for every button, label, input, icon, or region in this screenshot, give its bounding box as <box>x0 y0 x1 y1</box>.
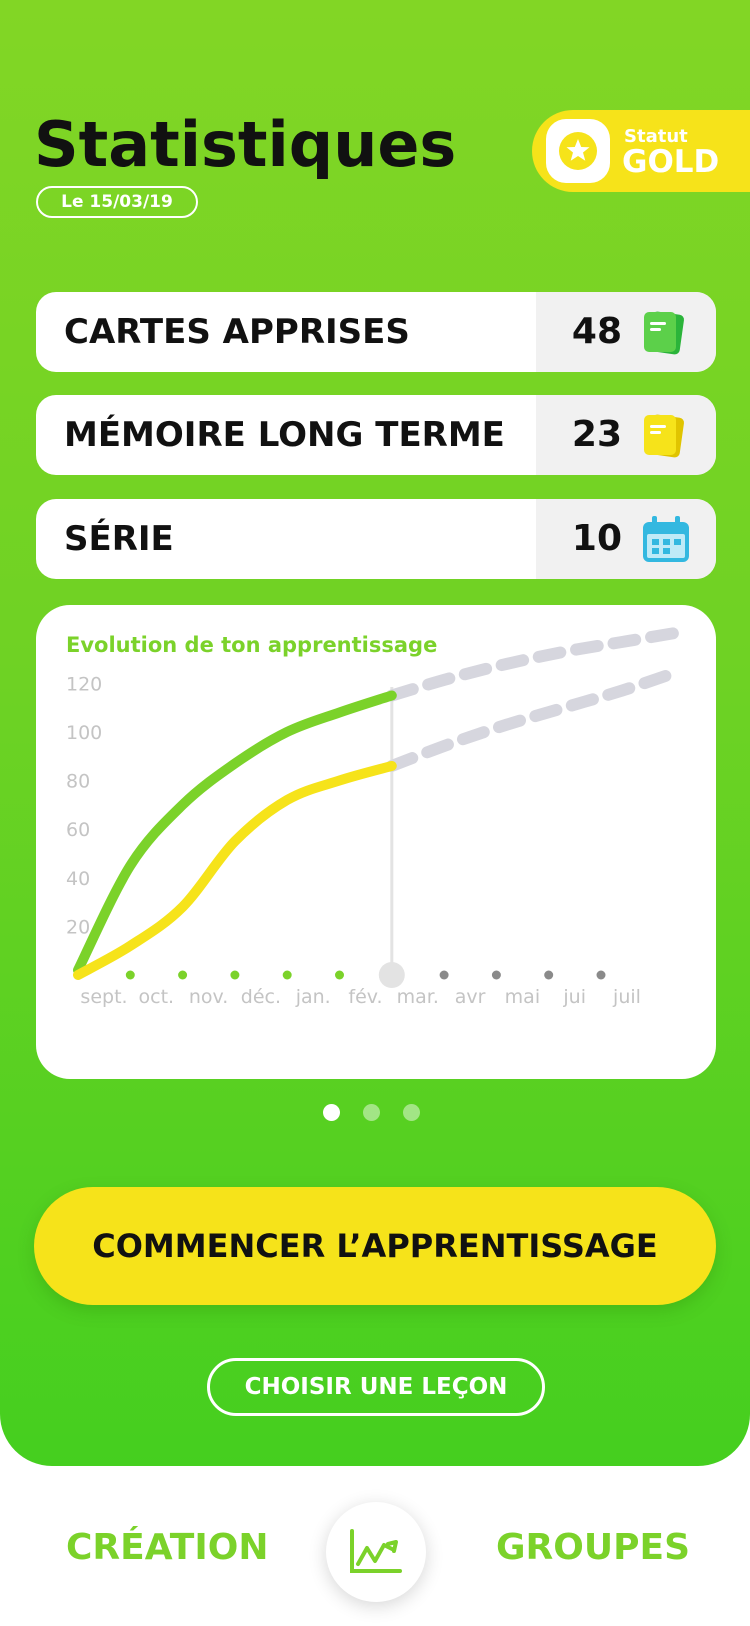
nav-creation[interactable]: CRÉATION <box>66 1527 268 1568</box>
y-tick-label: 120 <box>66 673 102 695</box>
page-dot[interactable] <box>323 1104 340 1121</box>
page-dot[interactable] <box>363 1104 380 1121</box>
stat-value: 10 <box>571 518 622 559</box>
page-indicator <box>323 1104 427 1124</box>
x-axis-dot <box>439 970 449 980</box>
star-icon <box>546 119 610 183</box>
nav-groups[interactable]: GROUPES <box>496 1527 690 1568</box>
chart-icon <box>350 1529 402 1573</box>
nav-statistics-button[interactable] <box>326 1502 426 1602</box>
x-tick-label: nov. <box>189 986 228 1008</box>
x-axis-dot <box>178 970 188 980</box>
learning-chart-card: Evolution de ton apprentissage 120 100 80 6… <box>36 605 716 1079</box>
stat-label: SÉRIE <box>64 519 174 559</box>
x-tick-label: jui <box>562 986 586 1008</box>
y-tick-label: 100 <box>66 722 102 744</box>
page-title: Statistiques <box>34 108 457 181</box>
x-axis-dot <box>544 970 554 980</box>
series-line <box>73 690 397 976</box>
start-learning-button[interactable]: COMMENCER L’APPRENTISSAGE <box>34 1187 716 1305</box>
date-pill: Le 15/03/19 <box>36 186 198 218</box>
yellow-cards-icon <box>644 414 684 458</box>
y-tick-label: 20 <box>66 916 90 938</box>
projection-line <box>385 626 686 702</box>
stat-value-box: 23 <box>536 395 716 475</box>
stat-label: MÉMOIRE LONG TERME <box>64 415 505 455</box>
page-dot[interactable] <box>403 1104 420 1121</box>
x-tick-label: oct. <box>139 986 175 1008</box>
stat-value: 23 <box>571 414 622 455</box>
x-tick-label: mai <box>505 986 540 1008</box>
calendar-icon <box>643 516 689 562</box>
x-axis-dot <box>335 970 344 980</box>
green-cards-icon <box>644 311 684 355</box>
x-tick-label: sept. <box>80 986 127 1008</box>
y-tick-label: 40 <box>66 868 90 890</box>
stat-long-term-memory[interactable]: MÉMOIRE LONG TERME 23 <box>36 395 716 475</box>
main-panel: Statistiques Le 15/03/19 Statut GOLD CAR… <box>0 0 750 1466</box>
current-date-marker <box>378 962 405 988</box>
x-axis-dot <box>282 970 292 980</box>
x-tick-label: déc. <box>241 986 281 1008</box>
x-axis-dot <box>491 970 501 980</box>
stat-value-box: 48 <box>536 292 716 372</box>
choose-lesson-button[interactable]: CHOISIR UNE LEÇON <box>207 1358 545 1416</box>
stat-cards-learned[interactable]: CARTES APPRISES 48 <box>36 292 716 372</box>
x-tick-label: avr <box>455 986 486 1008</box>
status-level: GOLD <box>622 144 720 180</box>
stat-value-box: 10 <box>536 499 716 579</box>
stat-label: CARTES APPRISES <box>64 312 410 352</box>
x-axis-dot <box>125 970 135 980</box>
y-tick-label: 60 <box>66 819 90 841</box>
x-tick-label: jan. <box>295 986 331 1008</box>
x-tick-label: fév. <box>348 986 382 1008</box>
stat-value: 48 <box>571 311 622 352</box>
learning-chart: 120 100 80 60 40 20 sept. oct. nov. déc. jan. fév. m… <box>66 626 686 1008</box>
y-tick-label: 80 <box>66 771 90 793</box>
stat-streak[interactable]: SÉRIE 10 <box>36 499 716 579</box>
x-tick-label: mar. <box>397 986 439 1008</box>
x-axis-dot <box>596 970 606 980</box>
x-tick-label: juil <box>612 986 641 1008</box>
status-badge[interactable]: Statut GOLD <box>532 110 750 192</box>
x-axis-dot <box>230 970 240 980</box>
